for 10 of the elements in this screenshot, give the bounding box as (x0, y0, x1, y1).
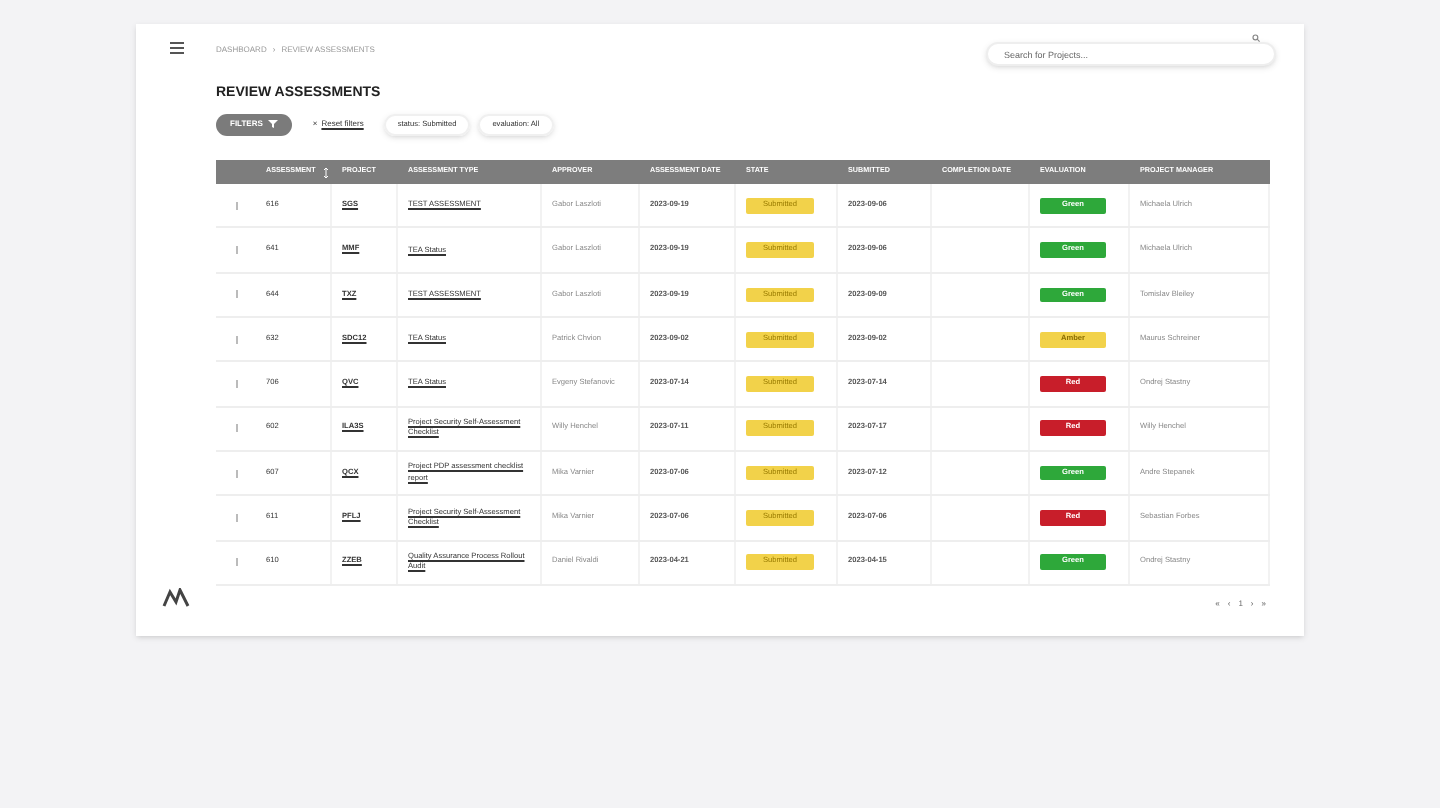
menu-icon[interactable] (169, 42, 183, 54)
drag-handle-icon[interactable] (235, 246, 237, 255)
sort-icon[interactable] (323, 167, 328, 178)
drag-handle-icon[interactable] (235, 380, 237, 389)
drag-handle-icon[interactable] (235, 558, 237, 567)
drag-handle-icon[interactable] (235, 513, 237, 522)
funnel-icon (268, 120, 279, 129)
drag-handle-icon[interactable] (235, 201, 237, 210)
logo-icon (162, 588, 190, 608)
search-icon (1252, 33, 1260, 41)
